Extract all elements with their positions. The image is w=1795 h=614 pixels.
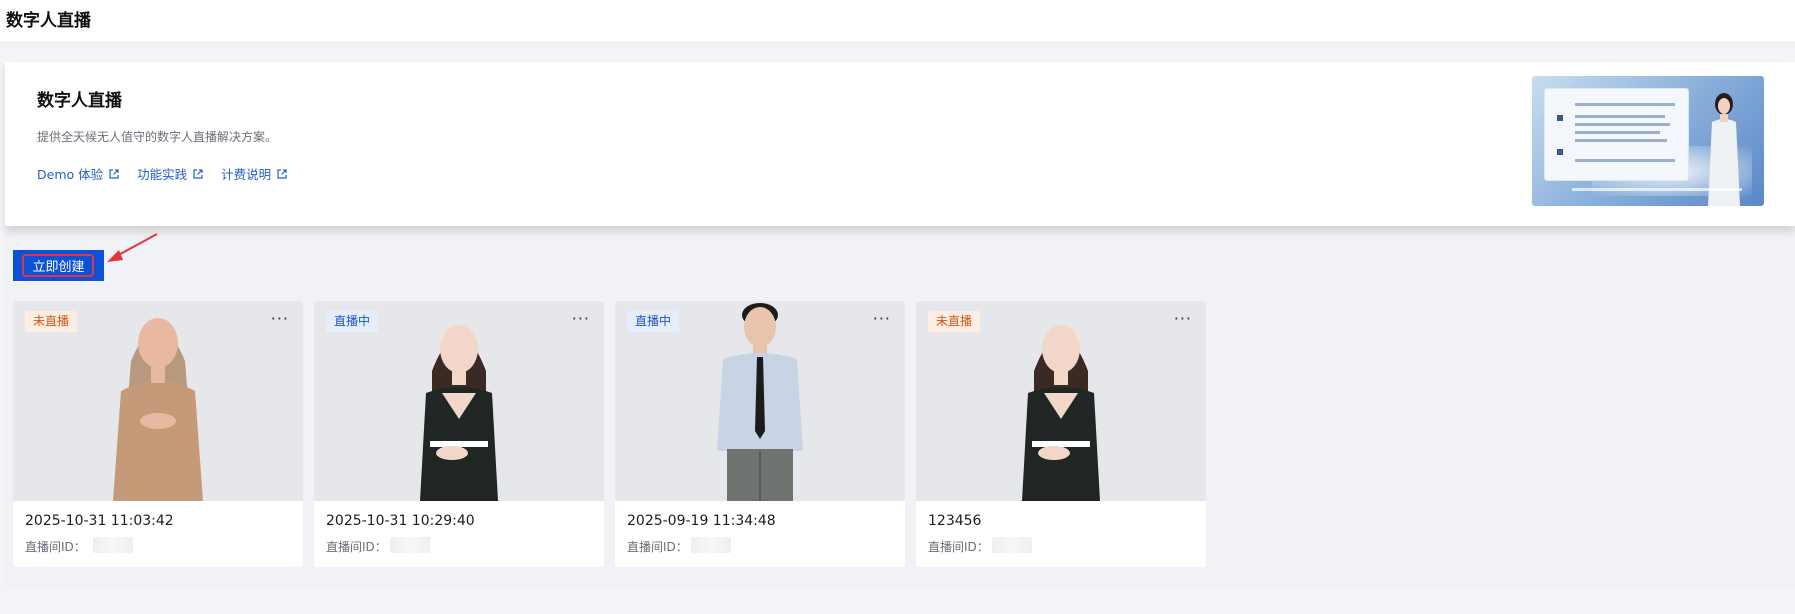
room-id-redacted [93, 537, 133, 553]
more-options-button[interactable]: ··· [1174, 309, 1192, 328]
intro-panel: 数字人直播 提供全天候无人值守的数字人直播解决方案。 Demo 体验 功能实践 … [5, 62, 1795, 226]
billing-link-label: 计费说明 [221, 167, 272, 182]
banner-line [1575, 123, 1670, 126]
status-badge: 未直播 [25, 311, 78, 332]
page-title: 数字人直播 [6, 11, 91, 31]
room-id-label: 直播间ID： [326, 540, 387, 554]
room-id-redacted [390, 537, 430, 553]
demo-link-label: Demo 体验 [37, 167, 104, 182]
more-options-button[interactable]: ··· [271, 309, 289, 328]
room-title: 2025-10-31 11:03:42 [25, 513, 174, 529]
intro-links: Demo 体验 功能实践 计费说明 [37, 164, 287, 183]
external-link-icon [109, 168, 119, 179]
create-now-button[interactable]: 立即创建 [13, 250, 104, 281]
banner-line [1575, 159, 1675, 162]
room-title: 123456 [928, 513, 982, 529]
banner-line [1575, 103, 1675, 106]
more-options-button[interactable]: ··· [572, 309, 590, 328]
demo-link[interactable]: Demo 体验 [37, 164, 119, 183]
more-options-button[interactable]: ··· [873, 309, 891, 328]
live-room-card[interactable]: 未直播 ··· 2025-10-31 11:03:42 直播间ID： [13, 301, 303, 567]
room-id-label: 直播间ID： [627, 540, 688, 554]
room-id-label: 直播间ID： [25, 540, 86, 554]
banner-screen [1544, 88, 1689, 181]
room-title: 2025-09-19 11:34:48 [627, 513, 776, 529]
intro-banner-image [1532, 76, 1764, 206]
highlight-box [22, 254, 94, 277]
banner-caption [1572, 188, 1742, 191]
live-room-card[interactable]: 直播中 ··· 2025-10-31 10:29:40 直播间ID： [314, 301, 604, 567]
annotation-arrow-icon [107, 233, 158, 262]
status-badge: 直播中 [326, 311, 379, 332]
banner-line [1575, 131, 1660, 134]
live-room-card[interactable]: 未直播 ··· 123456 直播间ID： [916, 301, 1206, 567]
status-badge: 未直播 [928, 311, 981, 332]
page-header: 数字人直播 [0, 0, 1795, 43]
banner-qr-icon [1557, 149, 1563, 155]
practice-link[interactable]: 功能实践 [137, 164, 203, 183]
banner-line [1575, 139, 1667, 142]
room-id-redacted [691, 537, 731, 553]
billing-link[interactable]: 计费说明 [221, 164, 287, 183]
banner-line [1575, 115, 1665, 118]
room-id-redacted [992, 537, 1032, 553]
intro-heading: 数字人直播 [37, 91, 122, 111]
room-id-label: 直播间ID： [928, 540, 989, 554]
external-link-icon [193, 168, 203, 179]
status-badge: 直播中 [627, 311, 680, 332]
main-content: 数字人直播 提供全天候无人值守的数字人直播解决方案。 Demo 体验 功能实践 … [5, 62, 1795, 588]
live-room-list: 未直播 ··· 2025-10-31 11:03:42 直播间ID： 直播中 ·… [13, 301, 1206, 567]
intro-description: 提供全天候无人值守的数字人直播解决方案。 [37, 130, 278, 144]
live-room-card[interactable]: 直播中 ··· 2025-09-19 11:34:48 直播间ID： [615, 301, 905, 567]
practice-link-label: 功能实践 [137, 167, 188, 182]
banner-qr-icon [1557, 115, 1563, 121]
room-title: 2025-10-31 10:29:40 [326, 513, 475, 529]
external-link-icon [277, 168, 287, 179]
